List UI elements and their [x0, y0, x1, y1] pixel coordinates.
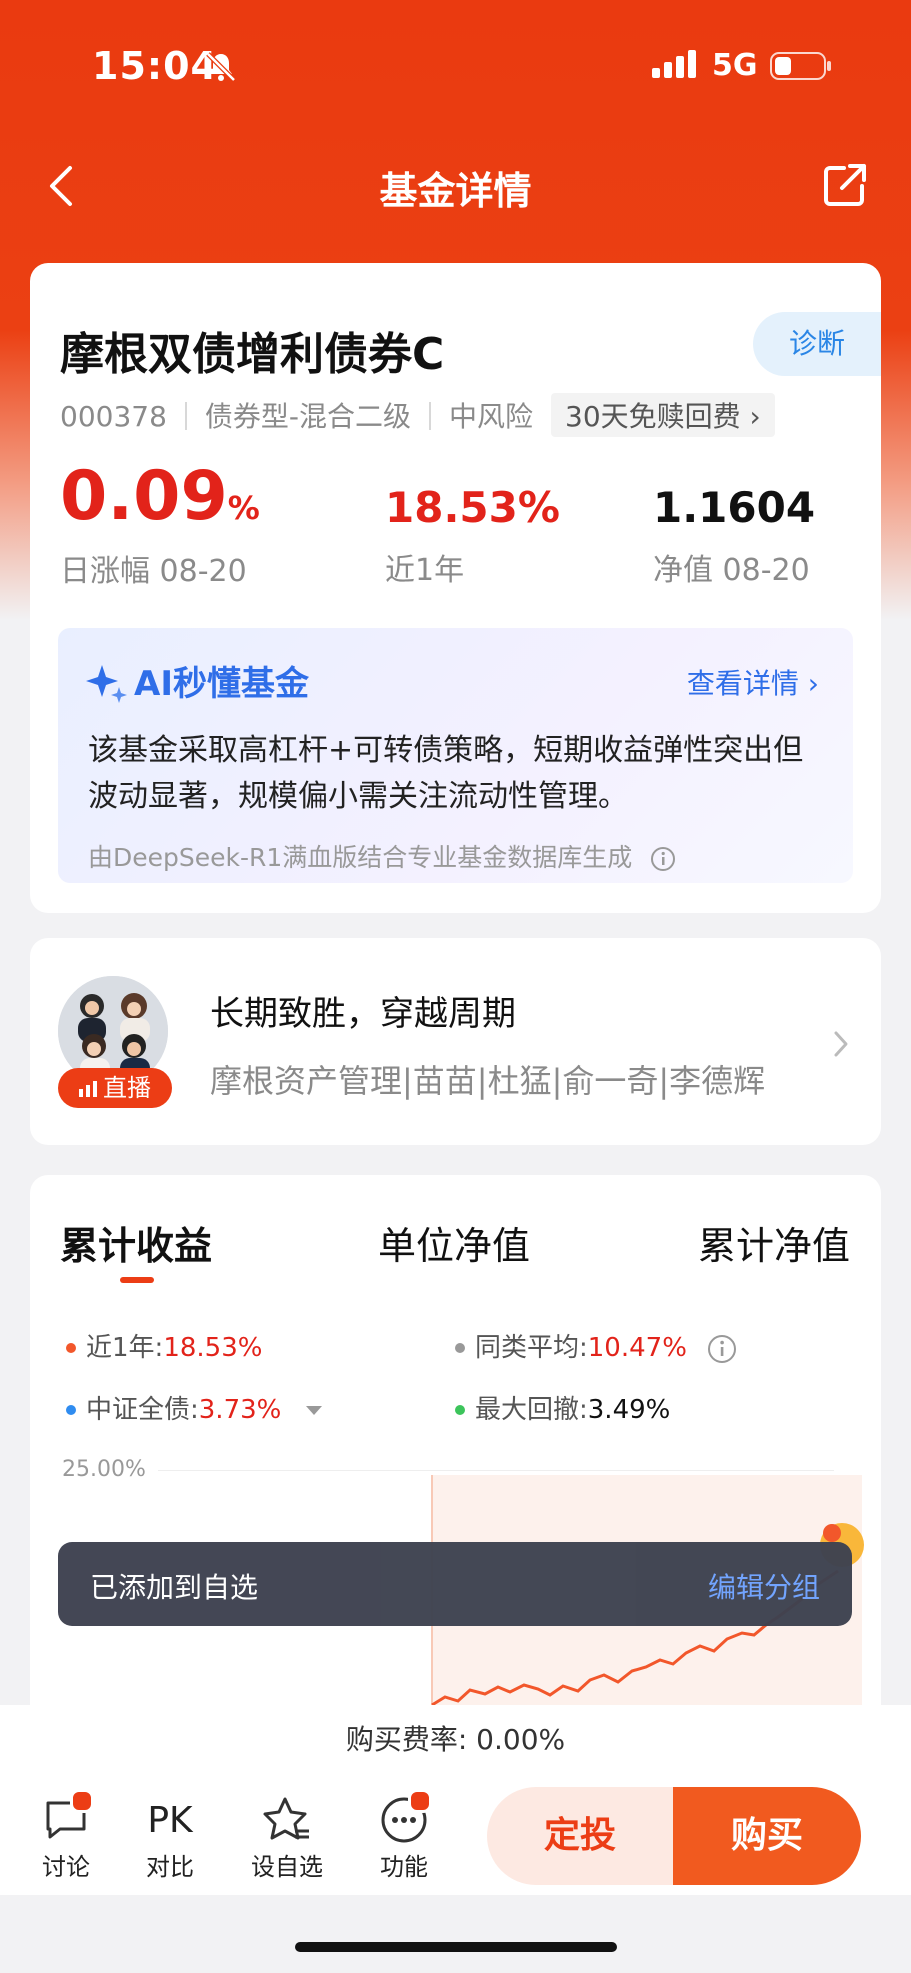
nav-bar: 基金详情: [0, 150, 911, 220]
mute-bell-icon: [206, 52, 236, 82]
legend-peer-average: 同类平均:10.47%: [455, 1327, 737, 1364]
daily-change-stat: 0.09% 日涨幅 08-20: [60, 461, 260, 590]
nav-label: 净值 08-20: [653, 553, 810, 588]
network-label: 5G: [712, 48, 758, 83]
legend-index[interactable]: 中证全债:3.73%: [66, 1389, 322, 1426]
notification-badge: [70, 1789, 94, 1813]
daily-change-value: 0.09: [60, 457, 228, 536]
home-indicator[interactable]: [295, 1942, 617, 1952]
year-return-stat: 18.53% 近1年: [385, 483, 560, 589]
toast-message: 已添加到自选: [90, 1571, 259, 1604]
clock: 15:04: [92, 44, 218, 88]
signal-icon: [652, 50, 696, 78]
chevron-right-icon: [834, 1031, 848, 1057]
more-functions-button[interactable]: 功能: [364, 1789, 444, 1882]
ai-source-note: 由DeepSeek-R1满血版结合专业基金数据库生成: [88, 838, 676, 874]
daily-change-unit: %: [227, 489, 260, 527]
buy-button[interactable]: 购买: [673, 1787, 861, 1885]
tab-unit-nav[interactable]: 单位净值: [378, 1215, 530, 1270]
fund-summary-card: 摩根双债增利债券C 诊断 000378 债券型-混合二级 中风险 30天免赎回费 › …: [30, 263, 881, 913]
daily-change-label: 日涨幅 08-20: [60, 554, 247, 589]
dropdown-arrow-icon[interactable]: [305, 1406, 322, 1416]
fund-code: 000378: [60, 400, 167, 433]
discuss-button[interactable]: 讨论: [26, 1789, 106, 1882]
legend-fund: 近1年:18.53%: [66, 1327, 262, 1364]
live-badge: 直播: [58, 1068, 172, 1108]
ai-view-details-link[interactable]: 查看详情 ›: [687, 662, 819, 702]
ai-summary-text: 该基金采取高杠杆+可转债策略，短期收益弹性突出但波动显著，规模偏小需关注流动性管…: [88, 733, 804, 814]
year-return-value: 18.53%: [385, 483, 560, 532]
live-title: 长期致胜，穿越周期: [210, 994, 516, 1034]
share-icon[interactable]: [822, 162, 868, 208]
action-buttons: 定投 购买: [487, 1787, 861, 1885]
risk-level: 中风险: [449, 400, 534, 433]
fund-name: 摩根双债增利债券C: [60, 329, 445, 380]
tab-cumulative-return[interactable]: 累计收益: [60, 1215, 212, 1270]
info-icon[interactable]: [650, 846, 676, 872]
status-bar: 15:04 5G: [0, 0, 911, 130]
tab-cumulative-nav[interactable]: 累计净值: [698, 1215, 850, 1270]
manager-live-card[interactable]: 直播 长期致胜，穿越周期 摩根资产管理|苗苗|杜猛|俞一奇|李德辉: [30, 938, 881, 1145]
fee-waiver-tag[interactable]: 30天免赎回费 ›: [551, 393, 775, 437]
performance-card: 累计收益 单位净值 累计净值 近1年:18.53% 同类平均:10.47% 中证…: [30, 1175, 881, 1735]
active-tab-indicator: [120, 1277, 154, 1283]
manager-names: 摩根资产管理|苗苗|杜猛|俞一奇|李德辉: [210, 1062, 766, 1100]
auto-invest-button[interactable]: 定投: [487, 1787, 673, 1885]
toast: 已添加到自选 编辑分组: [58, 1542, 852, 1626]
year-return-label: 近1年: [385, 553, 465, 588]
pk-icon: PK: [147, 1800, 193, 1841]
ai-summary-panel[interactable]: AI秒懂基金 查看详情 › 该基金采取高杠杆+可转债策略，短期收益弹性突出但波动…: [58, 628, 853, 883]
info-icon[interactable]: [707, 1334, 737, 1364]
purchase-fee: 购买费率: 0.00%: [0, 1705, 911, 1776]
nav-value: 1.1604: [653, 483, 816, 532]
sparkle-icon: [86, 665, 127, 703]
battery-icon: [770, 52, 831, 80]
star-icon: [263, 1797, 309, 1840]
compare-button[interactable]: PK 对比: [130, 1795, 210, 1882]
legend-max-drawdown: 最大回撤:3.49%: [455, 1389, 670, 1426]
ai-title: AI秒懂基金: [86, 656, 309, 705]
fund-meta: 000378 债券型-混合二级 中风险 30天免赎回费 ›: [60, 393, 775, 437]
notification-badge: [408, 1789, 432, 1813]
add-watchlist-button[interactable]: 设自选: [247, 1795, 327, 1882]
edit-group-link[interactable]: 编辑分组: [708, 1566, 820, 1606]
fund-type: 债券型-混合二级: [204, 400, 411, 433]
diagnose-button[interactable]: 诊断: [753, 312, 881, 376]
live-bars-icon: [79, 1081, 97, 1097]
grid-line: [158, 1470, 834, 1471]
bottom-action-bar: 讨论 PK 对比 设自选 功能 定投 购买: [0, 1775, 911, 1895]
nav-stat: 1.1604 净值 08-20: [653, 483, 815, 589]
home-indicator-area: [0, 1895, 911, 1973]
page-title: 基金详情: [379, 169, 532, 213]
